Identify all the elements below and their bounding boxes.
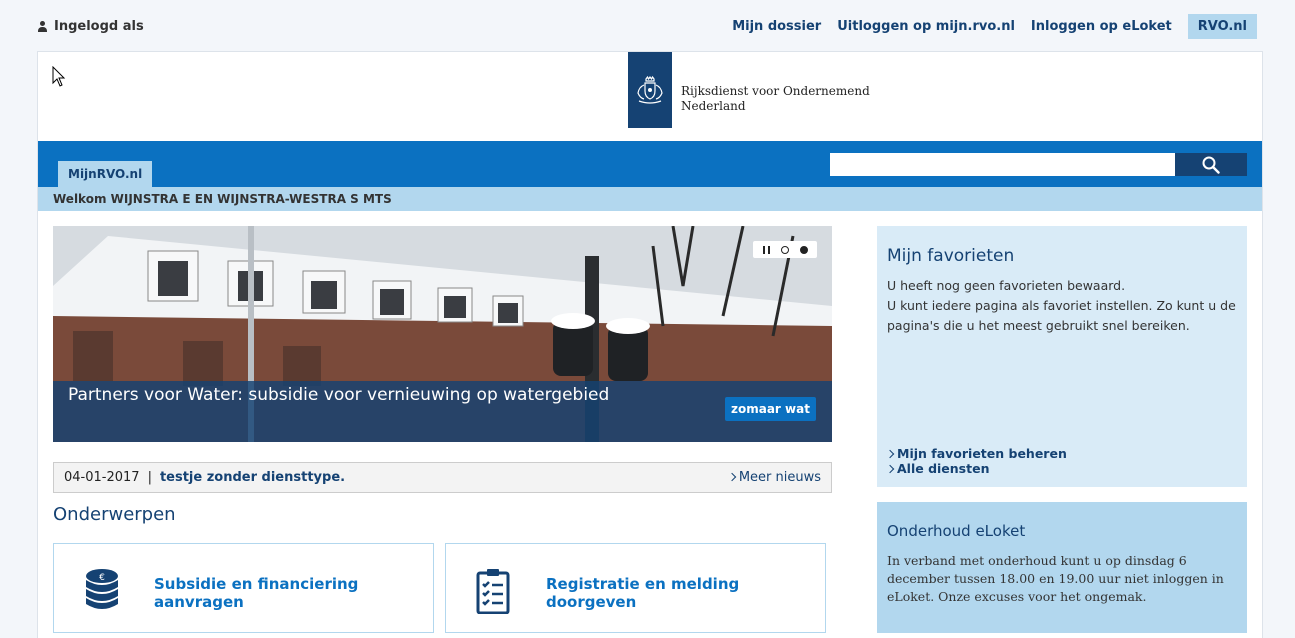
link-all-services[interactable]: Alle diensten bbox=[885, 461, 1067, 476]
favorites-links: Mijn favorieten beheren Alle diensten bbox=[885, 446, 1067, 476]
top-links: Mijn dossier Uitloggen op mijn.rvo.nl In… bbox=[732, 14, 1257, 39]
tile-registratie-label: Registratie en melding doorgeven bbox=[546, 575, 740, 611]
logged-in-label: Ingelogd als bbox=[38, 19, 144, 34]
tab-mijnrvo[interactable]: MijnRVO.nl bbox=[58, 161, 153, 187]
coins-icon: € bbox=[86, 569, 118, 609]
maintenance-title: Onderhoud eLoket bbox=[887, 522, 1026, 540]
mouse-cursor-icon bbox=[52, 66, 66, 87]
search-input[interactable] bbox=[830, 153, 1176, 176]
pause-icon[interactable] bbox=[762, 245, 770, 254]
maintenance-text: In verband met onderhoud kunt u op dinsd… bbox=[887, 553, 1224, 604]
link-manage-favorites[interactable]: Mijn favorieten beheren bbox=[885, 446, 1067, 461]
top-bar: Ingelogd als Mijn dossier Uitloggen op m… bbox=[0, 0, 1295, 52]
carousel-controls bbox=[753, 241, 817, 258]
section-title: Onderwerpen bbox=[53, 504, 176, 525]
tile-registratie[interactable]: Registratie en melding doorgeven bbox=[445, 543, 826, 633]
link-mijn-dossier[interactable]: Mijn dossier bbox=[732, 19, 821, 34]
hero-button[interactable]: zomaar wat bbox=[725, 397, 816, 421]
link-rvo[interactable]: RVO.nl bbox=[1187, 14, 1257, 39]
svg-text:€: € bbox=[99, 573, 105, 583]
welcome-bar: Welkom WIJNSTRA E EN WIJNSTRA-WESTRA S M… bbox=[38, 187, 1262, 211]
chevron-right-icon bbox=[885, 449, 895, 459]
more-news-link[interactable]: Meer nieuws bbox=[727, 470, 821, 485]
chevron-right-icon bbox=[727, 472, 737, 482]
search-button[interactable] bbox=[1175, 153, 1247, 176]
nav-bar: MijnRVO.nl bbox=[38, 141, 1262, 187]
logo-line-2: Nederland bbox=[681, 99, 746, 113]
main-container: Rijksdienst voor Ondernemend Nederland M… bbox=[37, 51, 1263, 638]
chevron-right-icon bbox=[885, 464, 895, 474]
news-bar: 04-01-2017 | testje zonder diensttype. Mee… bbox=[53, 462, 832, 493]
favorites-panel: Mijn favorieten U heeft nog geen favorie… bbox=[877, 226, 1247, 487]
clipboard-icon bbox=[476, 569, 510, 614]
link-uitloggen[interactable]: Uitloggen op mijn.rvo.nl bbox=[837, 19, 1015, 34]
news-title[interactable]: testje zonder diensttype. bbox=[160, 470, 345, 485]
favorites-text-1: U heeft nog geen favorieten bewaard. bbox=[887, 278, 1126, 293]
link-inloggen-eloket[interactable]: Inloggen op eLoket bbox=[1031, 19, 1172, 34]
logged-in-text: Ingelogd als bbox=[54, 19, 144, 34]
maintenance-panel: Onderhoud eLoket In verband met onderhou… bbox=[877, 502, 1247, 633]
carousel-dot-1[interactable] bbox=[780, 245, 789, 254]
hero-caption: Partners voor Water: subsidie voor verni… bbox=[53, 381, 832, 442]
logo-line-1: Rijksdienst voor Ondernemend bbox=[681, 84, 870, 98]
crest-icon bbox=[637, 75, 663, 104]
user-icon bbox=[38, 21, 48, 32]
more-news-label: Meer nieuws bbox=[738, 470, 821, 485]
hero-title[interactable]: Partners voor Water: subsidie voor verni… bbox=[68, 385, 609, 405]
news-separator: | bbox=[147, 470, 152, 485]
favorites-text-2: U kunt iedere pagina als favoriet instel… bbox=[887, 298, 1236, 333]
manage-favorites-label: Mijn favorieten beheren bbox=[897, 446, 1067, 461]
rvo-logo[interactable]: Rijksdienst voor Ondernemend Nederland bbox=[628, 52, 870, 128]
logo-emblem bbox=[628, 52, 672, 128]
tile-subsidie-label: Subsidie en financiering aanvragen bbox=[154, 575, 359, 611]
hero-carousel[interactable]: Partners voor Water: subsidie voor verni… bbox=[53, 226, 832, 442]
tile-subsidie[interactable]: € Subsidie en financiering aanvragen bbox=[53, 543, 434, 633]
favorites-title: Mijn favorieten bbox=[887, 246, 1015, 266]
all-services-label: Alle diensten bbox=[897, 461, 990, 476]
news-date: 04-01-2017 bbox=[64, 470, 140, 485]
search-icon bbox=[1202, 156, 1220, 174]
logo-text: Rijksdienst voor Ondernemend Nederland bbox=[681, 84, 870, 114]
carousel-dot-2[interactable] bbox=[799, 245, 808, 254]
